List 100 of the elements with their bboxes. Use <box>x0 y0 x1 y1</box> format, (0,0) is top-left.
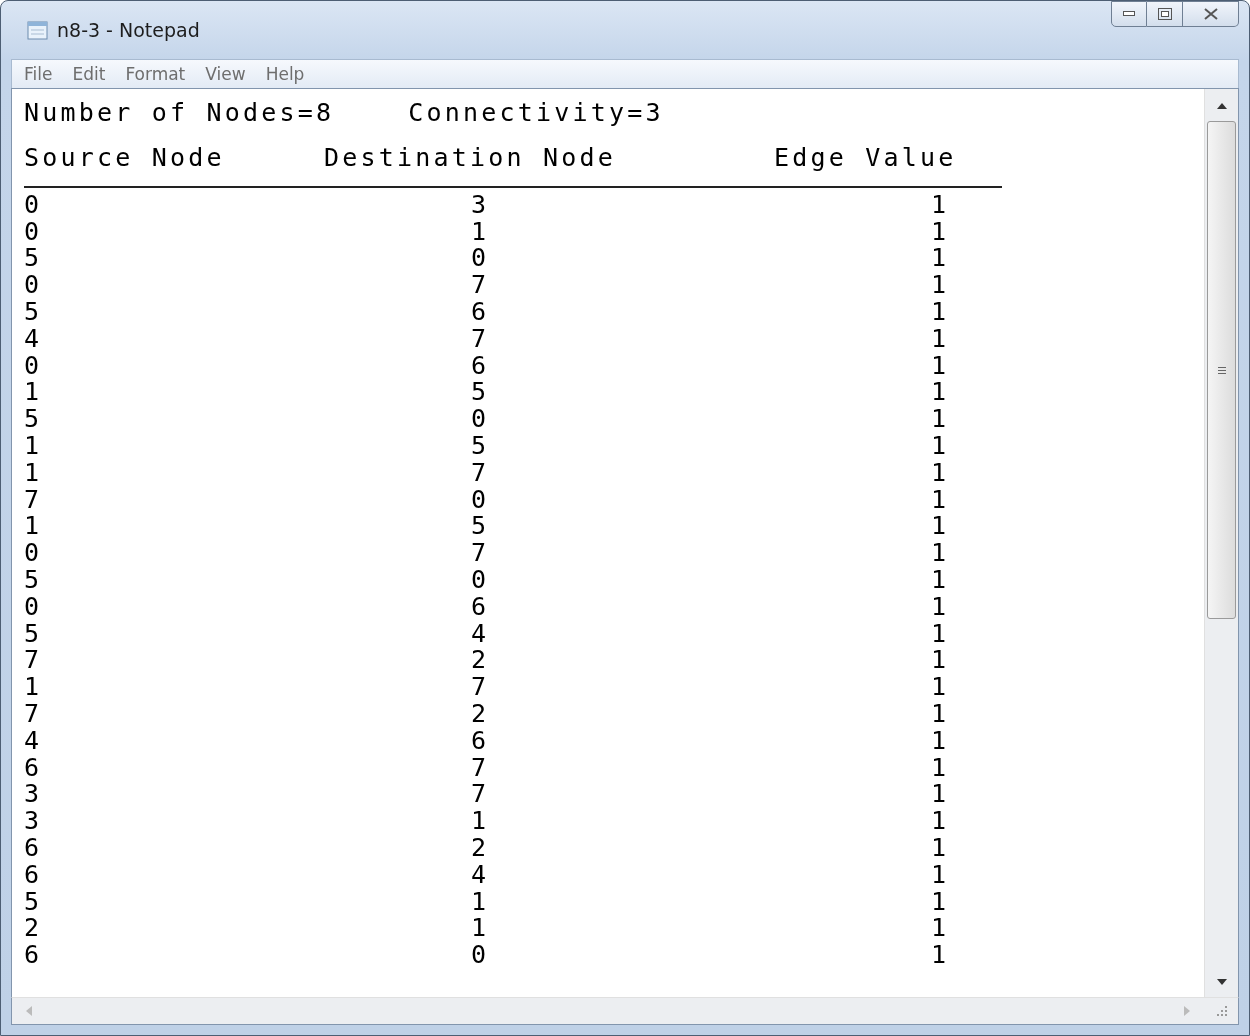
column-header: Edge Value <box>774 145 958 172</box>
table-cell: 5 <box>471 432 490 460</box>
summary-text: Number of Nodes=8 <box>24 99 335 127</box>
window-title: n8-3 - Notepad <box>57 19 200 41</box>
table-cell: 4 <box>24 727 43 755</box>
table-cell: 1 <box>931 700 950 728</box>
table-cell: 6 <box>471 299 490 326</box>
maximize-button[interactable] <box>1147 1 1183 27</box>
table-cell: 1 <box>931 566 950 594</box>
table-cell: 5 <box>24 245 43 273</box>
table-cell: 2 <box>471 834 490 862</box>
table-cell: 2 <box>471 700 490 728</box>
table-cell: 1 <box>931 218 950 246</box>
table-cell: 2 <box>471 647 490 675</box>
close-button[interactable] <box>1183 1 1239 27</box>
table-cell: 1 <box>931 674 950 701</box>
summary-text: Connectivity=3 <box>408 99 664 127</box>
table-cell: 3 <box>24 808 43 835</box>
table-cell: 4 <box>471 620 490 648</box>
table-cell: 1 <box>24 513 43 541</box>
table-cell: 1 <box>931 647 950 675</box>
grip-icon <box>1217 366 1226 374</box>
table-cell: 1 <box>931 513 950 541</box>
menu-item[interactable]: Format <box>125 64 186 84</box>
table-cell: 5 <box>471 379 490 407</box>
table-cell: 3 <box>24 781 43 809</box>
table-cell: 7 <box>24 700 43 728</box>
menu-item[interactable]: Edit <box>72 64 106 84</box>
table-cell: 7 <box>471 272 490 299</box>
column-header: Destination Node <box>324 145 618 172</box>
table-cell: 1 <box>931 593 950 621</box>
table-cell: 1 <box>24 459 43 487</box>
table-cell: 7 <box>471 325 490 353</box>
table-cell: 5 <box>24 620 43 648</box>
menu-item[interactable]: File <box>24 64 53 84</box>
table-cell: 1 <box>931 406 950 433</box>
table-cell: 1 <box>471 915 490 943</box>
menu-item[interactable]: View <box>205 64 246 84</box>
table-cell: 5 <box>471 513 490 541</box>
table-cell: 0 <box>24 593 43 621</box>
notepad-icon <box>27 20 49 40</box>
vertical-scrollbar[interactable] <box>1204 89 1238 997</box>
table-cell: 1 <box>931 727 950 755</box>
table-cell: 5 <box>24 406 43 433</box>
table-cell: 1 <box>24 432 43 460</box>
table-cell: 7 <box>471 674 490 701</box>
table-cell: 4 <box>471 861 490 889</box>
scroll-down-icon[interactable] <box>1216 979 1227 985</box>
table-cell: 1 <box>471 218 490 246</box>
minimize-icon <box>1123 11 1135 17</box>
table-cell: 1 <box>471 888 490 916</box>
table-cell: 4 <box>24 325 43 353</box>
table-cell: 0 <box>24 540 43 567</box>
table-cell: 1 <box>24 379 43 407</box>
table-cell: 1 <box>931 352 950 380</box>
table-cell: 1 <box>931 754 950 782</box>
table-cell: 6 <box>24 754 43 782</box>
minimize-button[interactable] <box>1111 1 1147 27</box>
menu-item[interactable]: Help <box>265 64 305 84</box>
table-cell: 6 <box>471 352 490 380</box>
table-cell: 5 <box>24 888 43 916</box>
table-cell: 1 <box>931 191 950 219</box>
table-cell: 6 <box>471 593 490 621</box>
table-cell: 1 <box>931 432 950 460</box>
scroll-right-icon[interactable] <box>1184 1006 1190 1016</box>
table-cell: 7 <box>471 540 490 567</box>
table-cell: 1 <box>931 325 950 353</box>
table-cell: 1 <box>931 888 950 916</box>
scroll-left-icon[interactable] <box>26 1006 32 1016</box>
table-cell: 1 <box>931 459 950 487</box>
table-cell: 1 <box>931 540 950 567</box>
table-cell: 1 <box>931 861 950 889</box>
scrollbar-thumb[interactable] <box>1207 121 1236 619</box>
table-cell: 6 <box>24 861 43 889</box>
table-cell: 2 <box>24 915 43 943</box>
scroll-up-icon[interactable] <box>1216 103 1227 109</box>
table-cell: 5 <box>24 299 43 326</box>
table-cell: 7 <box>471 781 490 809</box>
table-cell: 0 <box>24 272 43 299</box>
table-cell: 1 <box>931 245 950 273</box>
table-cell: 1 <box>931 272 950 299</box>
table-cell: 0 <box>471 566 490 594</box>
table-cell: 0 <box>471 486 490 514</box>
table-cell: 5 <box>24 566 43 594</box>
table-cell: 1 <box>931 781 950 809</box>
table-cell: 1 <box>931 915 950 943</box>
table-cell: 0 <box>471 942 490 969</box>
table-cell: 7 <box>471 754 490 782</box>
table-cell: 6 <box>471 727 490 755</box>
resize-grip-icon[interactable] <box>1216 1005 1228 1017</box>
table-cell: 1 <box>24 674 43 701</box>
table-cell: 0 <box>24 352 43 380</box>
table-cell: 7 <box>471 459 490 487</box>
column-header: Source Node <box>24 145 226 172</box>
table-cell: 0 <box>24 191 43 219</box>
table-cell: 3 <box>471 191 490 219</box>
table-cell: 7 <box>24 647 43 675</box>
table-cell: 1 <box>931 299 950 326</box>
table-cell: 1 <box>931 620 950 648</box>
table-cell: 0 <box>471 245 490 273</box>
